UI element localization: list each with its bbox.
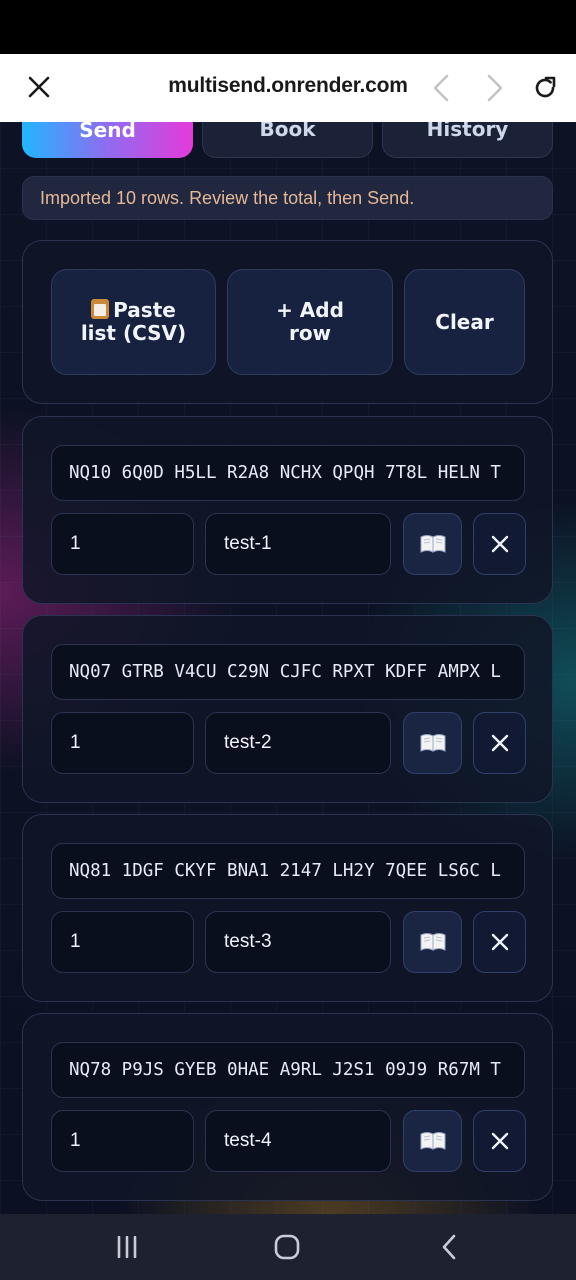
paste-list-button[interactable]: Paste list (CSV) xyxy=(51,269,216,375)
recents-icon[interactable] xyxy=(110,1234,144,1260)
amount-input[interactable]: 1 xyxy=(51,513,194,575)
x-icon xyxy=(491,734,508,752)
address-book-button[interactable] xyxy=(403,712,462,774)
address-book-button[interactable] xyxy=(403,911,462,973)
url-text[interactable]: multisend.onrender.com xyxy=(150,74,426,98)
book-icon xyxy=(420,1132,445,1150)
memo-value: test-4 xyxy=(224,1130,272,1151)
import-notice: Imported 10 rows. Review the total, then… xyxy=(22,176,553,220)
address-input[interactable]: NQ81 1DGF CKYF BNA1 2147 LH2Y 7QEE LS6C … xyxy=(51,843,525,899)
tab-history[interactable]: History xyxy=(382,122,553,158)
remove-row-button[interactable] xyxy=(473,1110,526,1172)
address-book-button[interactable] xyxy=(403,513,462,575)
address-input[interactable]: NQ78 P9JS GYEB 0HAE A9RL J2S1 09J9 R67M … xyxy=(51,1042,525,1098)
address-value: NQ81 1DGF CKYF BNA1 2147 LH2Y 7QEE LS6C … xyxy=(69,861,501,881)
memo-input[interactable]: test-1 xyxy=(205,513,391,575)
tab-book[interactable]: Book xyxy=(202,122,373,158)
amount-value: 1 xyxy=(70,931,81,952)
close-icon[interactable] xyxy=(22,70,56,104)
status-bar xyxy=(0,0,576,54)
amount-input[interactable]: 1 xyxy=(51,911,194,973)
browser-toolbar: multisend.onrender.com xyxy=(0,54,576,122)
tab-book-label: Book xyxy=(259,122,316,141)
amount-input[interactable]: 1 xyxy=(51,712,194,774)
memo-input[interactable]: test-2 xyxy=(205,712,391,774)
memo-input[interactable]: test-4 xyxy=(205,1110,391,1172)
tools-card: Paste list (CSV) + Add row Clear xyxy=(22,240,553,404)
amount-value: 1 xyxy=(70,533,81,554)
system-navigation-bar xyxy=(0,1214,576,1280)
memo-value: test-3 xyxy=(224,931,272,952)
x-icon xyxy=(491,535,508,553)
book-icon xyxy=(420,535,445,553)
import-notice-text: Imported 10 rows. Review the total, then… xyxy=(40,187,415,208)
remove-row-button[interactable] xyxy=(473,712,526,774)
back-icon[interactable] xyxy=(432,1232,466,1262)
add-row-label: + Add row xyxy=(276,298,344,345)
book-icon xyxy=(420,734,445,752)
remove-row-button[interactable] xyxy=(473,513,526,575)
recipient-row: NQ07 GTRB V4CU C29N CJFC RPXT KDFF AMPX … xyxy=(22,615,553,803)
amount-value: 1 xyxy=(70,1130,81,1151)
reload-icon[interactable] xyxy=(528,71,562,105)
remove-row-button[interactable] xyxy=(473,911,526,973)
address-book-button[interactable] xyxy=(403,1110,462,1172)
tab-history-label: History xyxy=(426,122,509,141)
recipient-row: NQ10 6Q0D H5LL R2A8 NCHX QPQH 7T8L HELN … xyxy=(22,416,553,604)
recipient-row: NQ81 1DGF CKYF BNA1 2147 LH2Y 7QEE LS6C … xyxy=(22,814,553,1002)
amount-input[interactable]: 1 xyxy=(51,1110,194,1172)
book-icon xyxy=(420,933,445,951)
address-value: NQ07 GTRB V4CU C29N CJFC RPXT KDFF AMPX … xyxy=(69,662,501,682)
memo-value: test-1 xyxy=(224,533,272,554)
memo-input[interactable]: test-3 xyxy=(205,911,391,973)
home-icon[interactable] xyxy=(270,1232,304,1262)
page-content: Send Book History Imported 10 rows. Revi… xyxy=(0,122,576,1214)
tab-send-label: Send xyxy=(79,122,136,142)
clear-button[interactable]: Clear xyxy=(404,269,525,375)
address-value: NQ10 6Q0D H5LL R2A8 NCHX QPQH 7T8L HELN … xyxy=(69,463,501,483)
address-input[interactable]: NQ07 GTRB V4CU C29N CJFC RPXT KDFF AMPX … xyxy=(51,644,525,700)
clear-label: Clear xyxy=(435,309,494,334)
memo-value: test-2 xyxy=(224,732,272,753)
x-icon xyxy=(491,933,508,951)
amount-value: 1 xyxy=(70,732,81,753)
tab-send[interactable]: Send xyxy=(22,122,193,158)
address-value: NQ78 P9JS GYEB 0HAE A9RL J2S1 09J9 R67M … xyxy=(69,1060,501,1080)
chevron-left-icon[interactable] xyxy=(426,71,456,105)
add-row-button[interactable]: + Add row xyxy=(227,269,393,375)
clipboard-icon xyxy=(91,299,110,319)
recipient-row: NQ78 P9JS GYEB 0HAE A9RL J2S1 09J9 R67M … xyxy=(22,1013,553,1201)
chevron-right-icon[interactable] xyxy=(480,71,510,105)
address-input[interactable]: NQ10 6Q0D H5LL R2A8 NCHX QPQH 7T8L HELN … xyxy=(51,445,525,501)
x-icon xyxy=(491,1132,508,1150)
